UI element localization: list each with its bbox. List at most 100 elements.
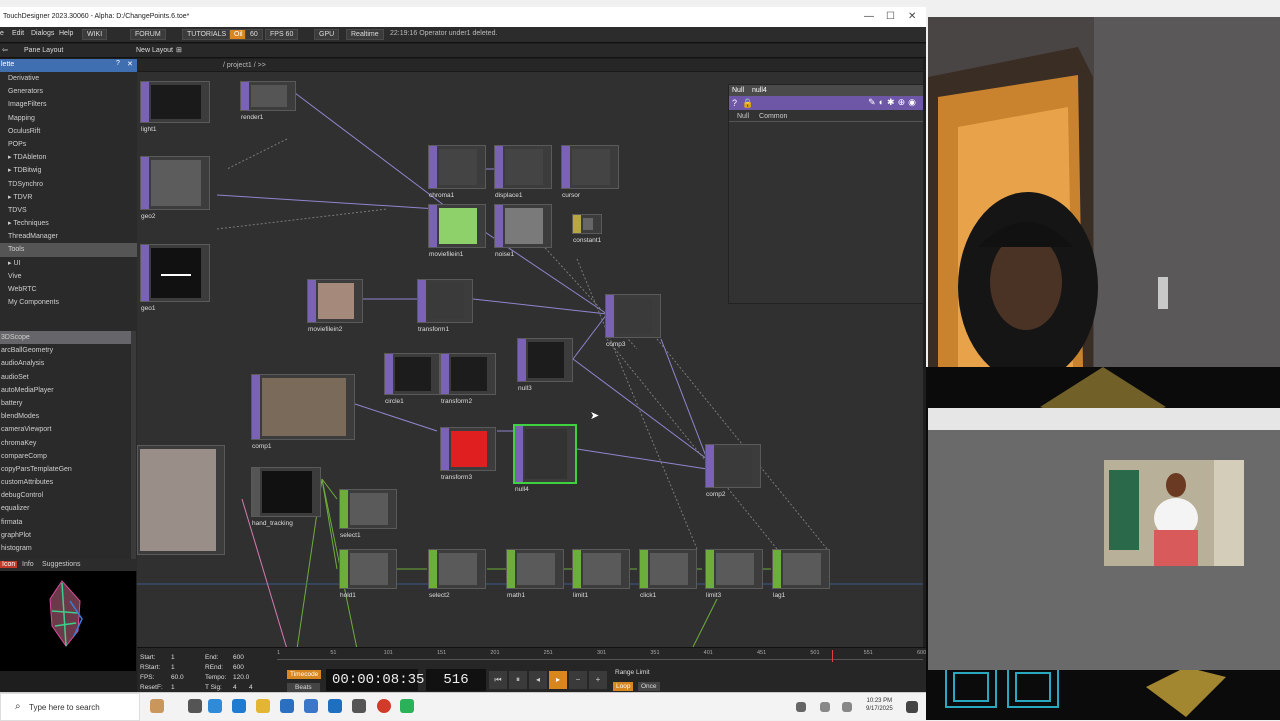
palette-component-item[interactable]: arcBallGeometry [0,344,131,357]
frame-display[interactable]: 516 [426,669,486,691]
palette-component-item[interactable]: firmata [0,516,131,529]
node-null3[interactable]: null3 [517,338,573,392]
palette-component-item[interactable]: copyParsTemplateGen [0,463,131,476]
node-cursor[interactable]: cursor [561,145,619,199]
palette-component-item[interactable]: debugControl [0,489,131,502]
node-math1[interactable]: math1 [506,549,564,599]
wiki-button[interactable]: WIKI [82,29,108,40]
palette-scrollbar[interactable] [131,331,136,563]
tab-icon[interactable]: Icon [0,561,18,568]
gpu-button[interactable]: GPU [314,29,340,40]
edge-icon[interactable] [208,699,222,713]
loop-toggle[interactable]: Loop [613,682,634,691]
file-explorer-icon[interactable] [256,699,270,713]
tab-null[interactable]: Null [737,113,749,120]
node-comp3[interactable]: comp3 [605,294,661,348]
timecode-toggle[interactable]: Timecode [287,670,322,679]
task-view-icon[interactable] [188,699,202,713]
node-transform2[interactable]: transform2 [440,353,496,405]
node-select1[interactable]: select1 [339,489,397,539]
palette-item[interactable]: OculusRift [0,125,137,138]
node-circle1[interactable]: circle1 [384,353,440,405]
tsig-b[interactable]: 4 [249,684,253,691]
param-tools-icons[interactable]: ✎◐✱⊕◉ [868,97,919,108]
app-icon[interactable] [400,699,414,713]
palette-item[interactable]: Vive [0,270,137,283]
palette-component-item[interactable]: equalizer [0,502,131,515]
node-displace1[interactable]: displace1 [494,145,552,199]
param-op-name[interactable]: null4 [752,87,767,94]
palette-item[interactable]: Derivative [0,72,137,85]
close-palette-icon[interactable]: ✕ [127,60,133,68]
timeline-ruler[interactable]: 1 51 101 151 201 251 301 351 401 451 501 551 600 [277,650,926,660]
palette-component-item[interactable]: compareComp [0,450,131,463]
play-button[interactable]: ▸ [549,671,567,689]
menu-help[interactable]: Help [59,30,73,37]
timeline-playhead[interactable] [832,650,833,662]
palette-component-item[interactable]: battery [0,397,131,410]
node-click1[interactable]: click1 [639,549,697,599]
pause-button[interactable]: ⏸ [509,671,527,689]
palette-item[interactable]: Mapping [0,112,137,125]
minimize-button[interactable]: — [864,11,874,22]
palette-item[interactable]: POPs [0,138,137,151]
tray-icons[interactable] [820,702,830,712]
node-geo1[interactable]: geo1 [140,244,210,312]
palette-component-item[interactable]: cameraViewport [0,423,131,436]
node-limit3[interactable]: limit3 [705,549,763,599]
help-icon[interactable]: ? [116,60,120,67]
tsig-a[interactable]: 4 [233,684,237,691]
notifications-icon[interactable] [906,701,918,713]
palette-component-item[interactable]: blendModes [0,410,131,423]
start-value[interactable]: 1 [171,654,175,661]
node-constant1[interactable]: constant1 [572,214,602,244]
close-button[interactable]: ✕ [908,11,916,22]
vscode-icon[interactable] [328,699,342,713]
palette-component-item[interactable]: graphPlot [0,529,131,542]
edge-alt-icon[interactable] [232,699,246,713]
node-moviefilein1[interactable]: moviefilein1 [428,204,486,258]
mail-icon[interactable] [280,699,294,713]
tab-suggestions[interactable]: Suggestions [42,561,81,568]
plus-button[interactable]: + [589,671,607,689]
menu-file[interactable]: e [0,30,4,37]
palette-item[interactable]: WebRTC [0,283,137,296]
menu-dialogs[interactable]: Dialogs [31,30,54,37]
palette-item[interactable]: ▸ TDAbleton [0,151,137,164]
node-comp1[interactable]: comp1 [251,374,355,450]
node-select2[interactable]: select2 [428,549,486,599]
node-transform3[interactable]: transform3 [440,427,496,481]
tab-info[interactable]: Info [22,561,34,568]
store-icon[interactable] [304,699,318,713]
maximize-button[interactable]: ☐ [886,11,895,22]
end-value[interactable]: 600 [233,654,244,661]
palette-item[interactable]: ▸ Techniques [0,217,137,230]
volume-icon[interactable] [842,702,852,712]
palette-item[interactable]: My Components [0,296,137,309]
node-null4[interactable]: null4 [513,424,577,493]
node-video-preview[interactable] [137,445,225,555]
taskbar-search[interactable]: ⌕ Type here to search [0,693,140,721]
pane-layout-label[interactable]: Pane Layout [24,47,63,54]
add-icon[interactable]: ⊞ [176,46,182,54]
rend-value[interactable]: 600 [233,664,244,671]
help-icon[interactable]: ? [732,98,737,108]
node-limit1[interactable]: limit1 [572,549,630,599]
palette-item[interactable]: TDVS [0,204,137,217]
node-light1[interactable]: light1 [140,81,210,133]
palette-component-item[interactable]: histogram [0,542,131,555]
lock-icon[interactable]: 🔒 [742,98,753,109]
node-chroma1[interactable]: chroma1 [428,145,486,199]
tutorials-button[interactable]: TUTORIALS [182,29,232,40]
tab-common[interactable]: Common [759,113,787,120]
node-noise1[interactable]: noise1 [494,204,552,258]
step-back-button[interactable]: ◂ [529,671,547,689]
back-icon[interactable]: ⇦ [2,46,8,54]
rewind-button[interactable]: ⏮ [489,671,507,689]
palette-item[interactable]: ▸ TDVR [0,191,137,204]
palette-component-item[interactable]: chromaKey [0,437,131,450]
palette-component-item[interactable]: autoMediaPlayer [0,384,131,397]
palette-component-item[interactable]: 3DScope [0,331,131,345]
sixty-button[interactable]: 60 [245,29,263,40]
palette-item[interactable]: TDSynchro [0,178,137,191]
